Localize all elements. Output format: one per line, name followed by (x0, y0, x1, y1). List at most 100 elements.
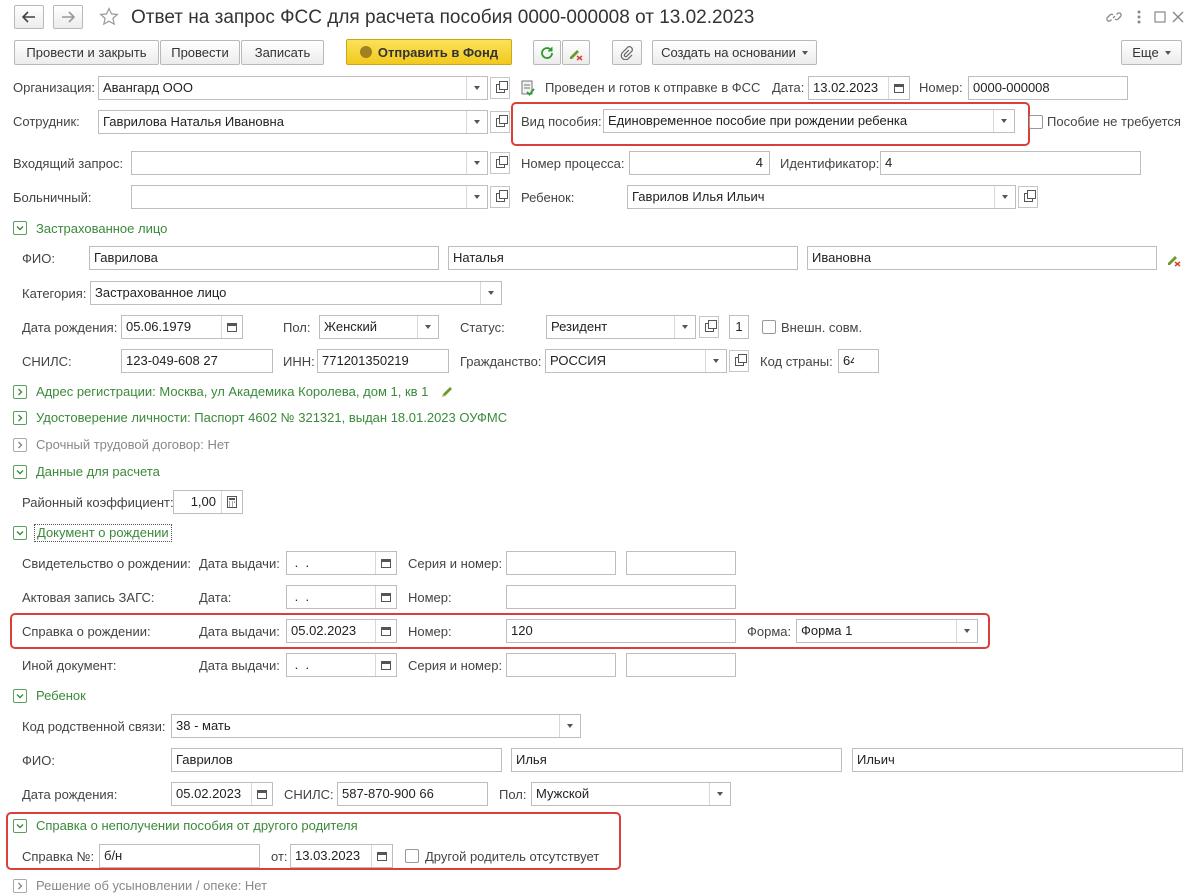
write-button[interactable]: Записать (241, 40, 324, 65)
forward-button[interactable] (53, 5, 83, 29)
child-middle-name-field[interactable]: Ильич (852, 748, 1183, 772)
citizenship-open-button[interactable] (729, 350, 749, 372)
post-button[interactable]: Провести (160, 40, 240, 65)
refresh-button[interactable] (533, 40, 561, 65)
calendar-button[interactable] (251, 783, 272, 805)
dropdown-arrow-icon[interactable] (994, 186, 1015, 208)
insured-inn-field[interactable]: 771201350219 (317, 349, 449, 373)
country-code-field[interactable]: 643 (838, 349, 879, 373)
calendar-button[interactable] (375, 586, 396, 608)
calendar-button[interactable] (888, 77, 909, 99)
child-first-name-field[interactable]: Илья (511, 748, 842, 772)
maximize-button[interactable] (1150, 7, 1170, 27)
regional-coef-field[interactable]: 1,00 (173, 490, 243, 514)
dropdown-arrow-icon[interactable] (705, 350, 726, 372)
dropdown-arrow-icon[interactable] (466, 111, 487, 133)
incoming-request-open-button[interactable] (490, 152, 510, 174)
insured-first-name-field[interactable]: Наталья (448, 246, 798, 270)
insured-birth-field[interactable]: 05.06.1979 (121, 315, 243, 339)
insured-last-name-field[interactable]: Гаврилова (89, 246, 439, 270)
send-to-fund-button[interactable]: Отправить в Фонд (346, 39, 512, 65)
child-last-name-field[interactable]: Гаврилов (171, 748, 502, 772)
favorite-button[interactable] (97, 6, 121, 28)
edit-address-button[interactable] (438, 383, 456, 401)
status-number-field[interactable]: 1 (729, 315, 749, 339)
create-based-on-button[interactable]: Создать на основании (652, 40, 817, 65)
process-number-field[interactable]: 4 (629, 151, 770, 175)
other-series-field[interactable] (506, 653, 616, 677)
address-group-toggle[interactable] (13, 385, 27, 399)
dropdown-arrow-icon[interactable] (559, 715, 580, 737)
civil-record-date-field[interactable]: . . (286, 585, 397, 609)
identity-group-title[interactable]: Удостоверение личности: Паспорт 4602 № 3… (36, 410, 507, 426)
insured-group-toggle[interactable] (13, 221, 27, 235)
dropdown-arrow-icon[interactable] (417, 316, 438, 338)
post-and-close-button[interactable]: Провести и закрыть (14, 40, 159, 65)
calculator-button[interactable] (221, 491, 242, 513)
identifier-field[interactable]: 4 (880, 151, 1141, 175)
dropdown-arrow-icon[interactable] (674, 316, 695, 338)
organization-open-button[interactable] (490, 77, 510, 99)
insured-middle-name-field[interactable]: Ивановна (807, 246, 1157, 270)
child-birth-field[interactable]: 05.02.2023 (171, 782, 273, 806)
insured-sex-field[interactable]: Женский (319, 315, 439, 339)
open-form-icon (495, 189, 508, 202)
relation-code-field[interactable]: 38 - мать (171, 714, 581, 738)
contract-group-title[interactable]: Срочный трудовой договор: Нет (36, 437, 230, 453)
insured-category-field[interactable]: Застрахованное лицо (90, 281, 502, 305)
child-snils-field[interactable]: 587-870-900 66 (337, 782, 488, 806)
child-open-button[interactable] (1018, 186, 1038, 208)
employee-field[interactable]: Гаврилова Наталья Ивановна (98, 110, 488, 134)
calc-group-title[interactable]: Данные для расчета (36, 464, 160, 480)
insured-snils-field[interactable]: 123-049-608 27 (121, 349, 273, 373)
attach-button[interactable] (612, 40, 642, 65)
number-field[interactable]: 0000-000008 (968, 76, 1128, 100)
back-button[interactable] (14, 5, 44, 29)
no-benefit-checkbox[interactable] (1029, 115, 1043, 129)
citizenship-field[interactable]: РОССИЯ (545, 349, 727, 373)
dropdown-arrow-icon[interactable] (480, 282, 501, 304)
status-open-button[interactable] (699, 316, 719, 338)
calendar-button[interactable] (375, 654, 396, 676)
insured-status-field[interactable]: Резидент (546, 315, 696, 339)
dropdown-arrow-icon[interactable] (466, 186, 487, 208)
insured-group-title[interactable]: Застрахованное лицо (36, 221, 167, 237)
employee-open-button[interactable] (490, 111, 510, 133)
link-button[interactable] (1104, 7, 1124, 27)
child-group-toggle[interactable] (13, 689, 27, 703)
civil-record-number-field[interactable] (506, 585, 736, 609)
more-menu-button[interactable] (1131, 7, 1147, 27)
other-issue-date-field[interactable]: . . (286, 653, 397, 677)
edit-fio-button[interactable] (1163, 249, 1185, 269)
calc-group-toggle[interactable] (13, 465, 27, 479)
address-group-title[interactable]: Адрес регистрации: Москва, ул Академика … (36, 384, 428, 400)
dropdown-arrow-icon[interactable] (466, 152, 487, 174)
other-number-field[interactable] (626, 653, 736, 677)
child-sex-field[interactable]: Мужской (531, 782, 731, 806)
external-part-time-checkbox[interactable] (762, 320, 776, 334)
certificate-series-field[interactable] (506, 551, 616, 575)
child-group-title[interactable]: Ребенок (36, 688, 86, 704)
child-field[interactable]: Гаврилов Илья Ильич (627, 185, 1016, 209)
edit-clear-button[interactable] (562, 40, 590, 65)
birth-doc-group-title[interactable]: Документ о рождении (34, 524, 172, 542)
adoption-group-title[interactable]: Решение об усыновлении / опеке: Нет (36, 878, 267, 894)
dropdown-arrow-icon[interactable] (466, 77, 487, 99)
certificate-number-field[interactable] (626, 551, 736, 575)
organization-field[interactable]: Авангард ООО (98, 76, 488, 100)
birth-doc-group-toggle[interactable] (13, 526, 27, 540)
date-field[interactable]: 13.02.2023 (808, 76, 910, 100)
identity-group-toggle[interactable] (13, 411, 27, 425)
calendar-button[interactable] (375, 552, 396, 574)
sick-leave-open-button[interactable] (490, 186, 510, 208)
more-button[interactable]: Еще (1121, 40, 1182, 65)
sick-leave-field[interactable] (131, 185, 488, 209)
adoption-group-toggle[interactable] (13, 879, 27, 893)
incoming-request-field[interactable] (131, 151, 488, 175)
dropdown-arrow-icon[interactable] (709, 783, 730, 805)
certificate-issue-date-field[interactable]: . . (286, 551, 397, 575)
highlight-birth-reference (10, 613, 990, 649)
close-button[interactable] (1168, 7, 1188, 27)
contract-group-toggle[interactable] (13, 438, 27, 452)
calendar-button[interactable] (221, 316, 242, 338)
